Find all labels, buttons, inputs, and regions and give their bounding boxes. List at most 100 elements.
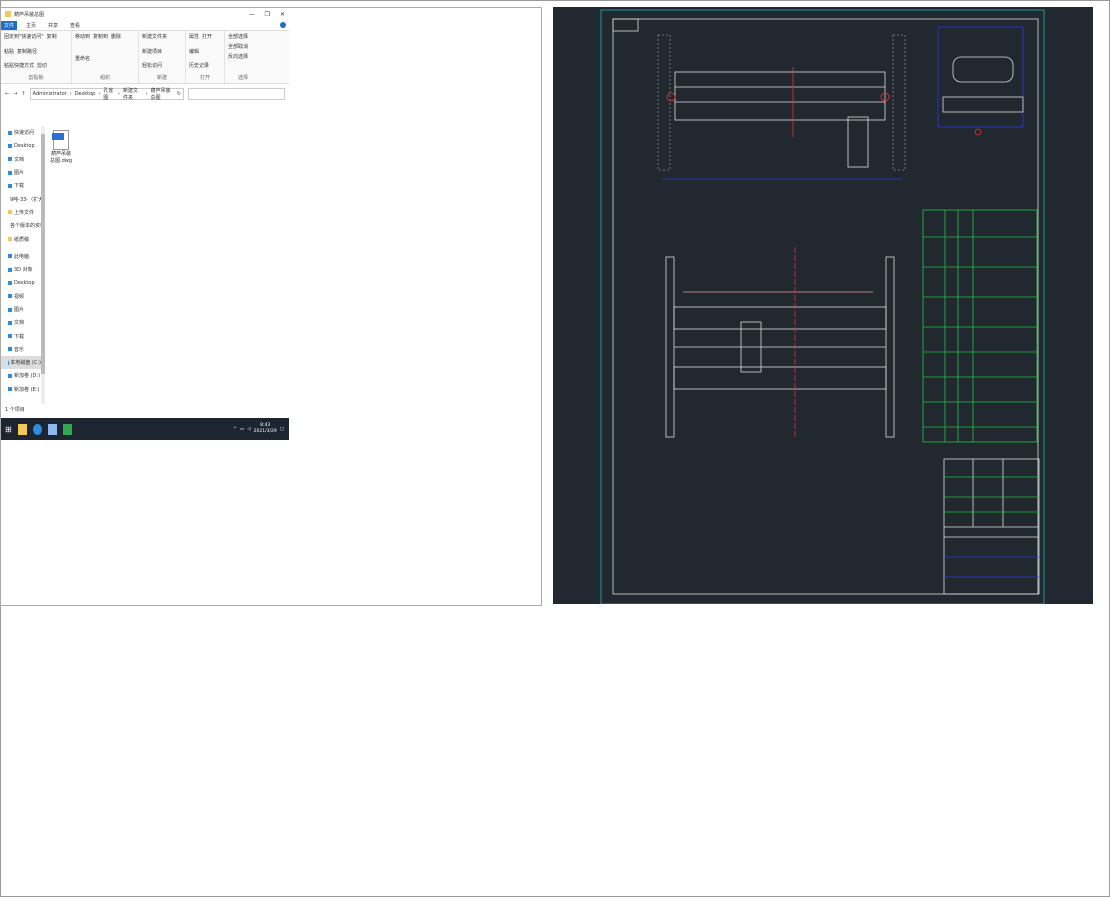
- breadcrumb-item[interactable]: Administrator: [33, 91, 67, 97]
- select-none-button[interactable]: 全部取消: [228, 43, 258, 50]
- sidebar-item[interactable]: 图片: [1, 303, 41, 316]
- sidebar-item[interactable]: 纸质稿: [1, 232, 41, 245]
- delete-button[interactable]: 删除: [111, 33, 121, 52]
- refresh-icon[interactable]: ↻: [177, 91, 181, 97]
- folder-icon: [8, 307, 12, 312]
- sidebar-item-label: 文档: [14, 156, 25, 163]
- new-item-button[interactable]: 新建项目: [142, 48, 162, 60]
- sidebar-item-label: 文档: [14, 320, 25, 327]
- sidebar-item[interactable]: 新加卷 (D:): [1, 369, 41, 382]
- breadcrumb-item[interactable]: 新建文件夹: [123, 87, 142, 101]
- paste-button[interactable]: 粘贴: [4, 48, 14, 60]
- date: 2021/3/29: [253, 429, 277, 434]
- sidebar-item-label: 此电脑: [14, 253, 30, 260]
- explorer-screenshot-panel: 葫芦吊装总图 — ❐ ✕ 文件 主页 共享 查看 固定到"快速访问" 复制 粘贴 复…: [0, 7, 542, 606]
- document-taskbar-icon[interactable]: [47, 423, 57, 435]
- rename-button[interactable]: 重命名: [75, 55, 90, 74]
- select-all-button[interactable]: 全部选择: [228, 33, 258, 40]
- pin-quick-access-button[interactable]: 固定到"快速访问": [4, 33, 44, 45]
- windows-start-icon[interactable]: ⊞: [5, 425, 12, 434]
- open-button[interactable]: 打开: [202, 33, 212, 45]
- sidebar-item[interactable]: Desktop: [1, 139, 41, 152]
- ribbon-tabs: 文件 主页 共享 查看: [1, 20, 289, 30]
- invert-selection-button[interactable]: 反向选择: [228, 53, 258, 60]
- file-item-dwg[interactable]: 葫芦吊装总图.dwg: [49, 130, 73, 164]
- properties-button[interactable]: 属性: [189, 33, 199, 45]
- copy-path-button[interactable]: 复制路径: [17, 48, 37, 60]
- sidebar-item[interactable]: Desktop: [1, 276, 41, 289]
- copy-button[interactable]: 复制: [47, 33, 57, 45]
- sidebar-item[interactable]: 下载: [1, 329, 41, 342]
- maximize-button[interactable]: ❐: [265, 11, 270, 18]
- help-icon[interactable]: [280, 22, 286, 28]
- copy-to-button[interactable]: 复制到: [93, 33, 108, 52]
- file-explorer-window: 葫芦吊装总图 — ❐ ✕ 文件 主页 共享 查看 固定到"快速访问" 复制 粘贴 复…: [1, 8, 289, 440]
- sidebar-item[interactable]: 视频: [1, 290, 41, 303]
- crane-plan-view: [665, 247, 895, 438]
- sidebar-item[interactable]: 3D 对象: [1, 263, 41, 276]
- sidebar-item-label: 视频: [14, 293, 25, 300]
- tab-file[interactable]: 文件: [1, 20, 18, 30]
- folder-icon: [8, 170, 12, 175]
- sidebar-item[interactable]: 9吨-33-（扩大）: [1, 192, 41, 205]
- breadcrumb-item[interactable]: 葫芦吊装总图: [150, 87, 173, 101]
- history-button[interactable]: 历史记录: [189, 62, 209, 74]
- folder-icon: [8, 254, 12, 259]
- crane-side-view: [937, 26, 1024, 136]
- nav-scrollbar[interactable]: [41, 126, 45, 404]
- edit-button[interactable]: 编辑: [189, 48, 199, 60]
- back-icon[interactable]: ←: [5, 91, 9, 97]
- clock[interactable]: 8:43 2021/3/29: [254, 423, 277, 435]
- sidebar-item[interactable]: 上传文件: [1, 206, 41, 219]
- sidebar-item[interactable]: 下载: [1, 179, 41, 192]
- cad-drawing-panel: [553, 7, 1093, 605]
- sidebar-item-label: 本地磁盘 (C:): [10, 360, 41, 367]
- sidebar-item[interactable]: 此电脑: [1, 250, 41, 263]
- minimize-button[interactable]: —: [249, 11, 255, 18]
- sidebar-item-label: 图片: [14, 307, 25, 313]
- group-label: 剪贴板: [28, 75, 44, 81]
- tab-share[interactable]: 共享: [45, 21, 61, 30]
- sidebar-item-label: 音乐: [14, 346, 25, 353]
- network-icon[interactable]: ▭: [240, 427, 244, 432]
- folder-icon: [8, 157, 12, 162]
- parts-table: [922, 209, 1038, 443]
- sidebar-item[interactable]: 各个版本的资料: [1, 219, 41, 232]
- breadcrumb-item[interactable]: Desktop: [75, 91, 96, 97]
- forward-icon[interactable]: →: [13, 91, 17, 97]
- sidebar-item-label: 纸质稿: [14, 236, 30, 243]
- sidebar-item-label: Desktop: [14, 142, 35, 149]
- close-button[interactable]: ✕: [280, 11, 285, 18]
- sidebar-item[interactable]: 快速访问: [1, 126, 41, 139]
- sidebar-item[interactable]: 文档: [1, 316, 41, 329]
- sidebar-item[interactable]: 本地磁盘 (C:): [1, 356, 41, 370]
- file-explorer-taskbar-icon[interactable]: [17, 423, 27, 435]
- search-input[interactable]: [188, 88, 285, 100]
- breadcrumb-item[interactable]: 孔雀图: [103, 87, 115, 101]
- new-folder-button[interactable]: 新建文件夹: [142, 33, 167, 45]
- window-title: 葫芦吊装总图: [14, 11, 45, 18]
- tab-view[interactable]: 查看: [67, 21, 83, 30]
- cut-button[interactable]: 剪切: [37, 62, 47, 74]
- tab-home[interactable]: 主页: [23, 21, 39, 30]
- paste-shortcut-button[interactable]: 粘贴快捷方式: [4, 62, 34, 74]
- folder-icon: [8, 294, 12, 299]
- sidebar-item-label: 上传文件: [14, 209, 35, 216]
- notification-icon[interactable]: ▢: [280, 427, 284, 432]
- spreadsheet-taskbar-icon[interactable]: [62, 423, 72, 435]
- sidebar-item[interactable]: 新加卷 (E:): [1, 383, 41, 396]
- group-label: 选择: [237, 75, 248, 81]
- up-icon[interactable]: ↑: [21, 91, 25, 97]
- folder-icon: [8, 267, 12, 272]
- sidebar-item-label: 图片: [14, 170, 25, 177]
- easy-access-button[interactable]: 轻松访问: [142, 62, 162, 74]
- address-bar[interactable]: Administrator › Desktop › 孔雀图 › 新建文件夹 › 葫芦吊装…: [29, 87, 184, 101]
- move-to-button[interactable]: 移动到: [75, 33, 90, 52]
- sidebar-item[interactable]: 文档: [1, 153, 41, 166]
- crane-front-view: [657, 34, 906, 180]
- sidebar-item[interactable]: 图片: [1, 166, 41, 179]
- browser-taskbar-icon[interactable]: [32, 423, 42, 435]
- tray-chevron-icon[interactable]: ^: [233, 427, 237, 432]
- volume-icon[interactable]: ◁: [247, 427, 250, 432]
- sidebar-item[interactable]: 音乐: [1, 343, 41, 356]
